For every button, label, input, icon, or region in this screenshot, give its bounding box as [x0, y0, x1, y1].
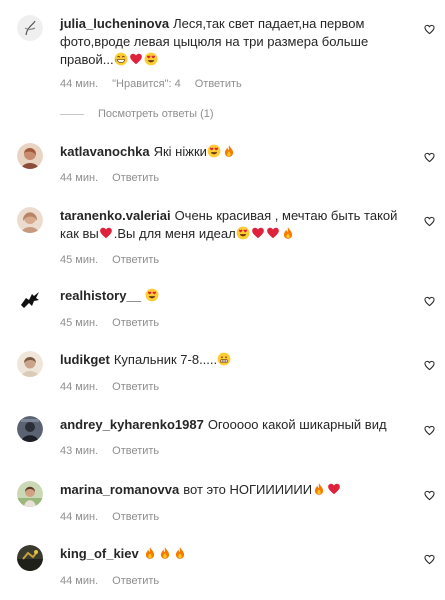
comment-text: ludikget Купальник 7-8..... [60, 351, 405, 369]
comment-meta: 45 мин. Ответить [60, 317, 173, 329]
comment-meta: 43 мин. Ответить [60, 445, 173, 457]
avatar[interactable] [17, 287, 43, 313]
username[interactable]: katlavanochka [60, 144, 150, 159]
timestamp: 45 мин. [60, 317, 99, 329]
fire-icon [281, 226, 295, 240]
like-heart-icon[interactable] [424, 294, 435, 307]
comment-text: marina_romanovva вот это НОГИИИИИИ [60, 481, 405, 499]
like-heart-icon[interactable] [424, 488, 435, 501]
emoji-row [217, 352, 232, 367]
comment-body-continued: .Вы для меня идеал [113, 226, 236, 241]
username[interactable]: king_of_kiev [60, 546, 139, 561]
fire-icon [143, 546, 157, 560]
heart-icon [266, 226, 280, 240]
comment-text: taranenko.valeriai Очень красивая , мечта… [60, 207, 405, 243]
timestamp: 44 мин. [60, 575, 99, 587]
reply-button[interactable]: Ответить [112, 172, 159, 184]
replies-divider [60, 113, 84, 115]
comment-meta: 44 мин. Ответить [60, 381, 173, 393]
heart-eyes-icon [207, 144, 221, 158]
fire-icon [158, 546, 172, 560]
emoji-row [207, 144, 237, 159]
like-heart-icon[interactable] [424, 150, 435, 163]
timestamp: 44 мин. [60, 172, 99, 184]
emoji-row [114, 52, 159, 67]
fire-icon [173, 546, 187, 560]
emoji-row [99, 226, 114, 241]
comment-text: andrey_kyharenko1987 Огооооо какой шикарн… [60, 416, 405, 434]
comment-meta: 44 мин. Ответить [60, 511, 173, 523]
avatar[interactable] [17, 15, 43, 41]
comment-text: realhistory__ [60, 287, 405, 305]
likes-count[interactable]: "Нравится": 4 [112, 78, 181, 90]
comment-body: вот это НОГИИИИИИ [183, 482, 313, 497]
heart-eyes-icon [145, 288, 159, 302]
heart-icon [129, 52, 143, 66]
like-heart-icon[interactable] [424, 423, 435, 436]
reply-button[interactable]: Ответить [112, 317, 159, 329]
emoji-row [145, 288, 160, 303]
emoji-row [236, 226, 296, 241]
timestamp: 44 мин. [60, 78, 99, 90]
avatar[interactable] [17, 143, 43, 169]
heart-icon [251, 226, 265, 240]
reply-button[interactable]: Ответить [112, 575, 159, 587]
comment-text: julia_lucheninova Леся,так свет падает,на… [60, 15, 405, 69]
grimace-icon [217, 352, 231, 366]
timestamp: 43 мин. [60, 445, 99, 457]
username[interactable]: marina_romanovva [60, 482, 179, 497]
view-replies-label[interactable]: Посмотреть ответы (1) [98, 108, 214, 120]
like-heart-icon[interactable] [424, 358, 435, 371]
reply-button[interactable]: Ответить [112, 254, 159, 266]
heart-icon [327, 482, 341, 496]
heart-icon [99, 226, 113, 240]
reply-button[interactable]: Ответить [112, 511, 159, 523]
fire-icon [312, 482, 326, 496]
username[interactable]: realhistory__ [60, 288, 141, 303]
like-heart-icon[interactable] [424, 214, 435, 227]
like-heart-icon[interactable] [424, 552, 435, 565]
timestamp: 45 мин. [60, 254, 99, 266]
comment-body: Огооооо какой шикарный вид [207, 417, 387, 432]
comment-meta: 44 мин. "Нравится": 4 Ответить [60, 78, 256, 90]
timestamp: 44 мин. [60, 511, 99, 523]
like-heart-icon[interactable] [424, 22, 435, 35]
heart-eyes-icon [236, 226, 250, 240]
avatar[interactable] [17, 545, 43, 571]
grin-icon [114, 52, 128, 66]
comment-meta: 44 мин. Ответить [60, 172, 173, 184]
avatar[interactable] [17, 481, 43, 507]
avatar[interactable] [17, 351, 43, 377]
view-replies-toggle[interactable]: Посмотреть ответы (1) [60, 108, 214, 120]
comment-meta: 45 мин. Ответить [60, 254, 173, 266]
username[interactable]: andrey_kyharenko1987 [60, 417, 204, 432]
emoji-row [312, 482, 342, 497]
username[interactable]: ludikget [60, 352, 110, 367]
avatar[interactable] [17, 416, 43, 442]
fire-icon [222, 144, 236, 158]
heart-eyes-icon [144, 52, 158, 66]
comment-meta: 44 мин. Ответить [60, 575, 173, 587]
comment-body: Які ніжки [153, 144, 207, 159]
emoji-row [143, 546, 188, 561]
reply-button[interactable]: Ответить [112, 445, 159, 457]
reply-button[interactable]: Ответить [112, 381, 159, 393]
reply-button[interactable]: Ответить [195, 78, 242, 90]
comment-text: katlavanochka Які ніжки [60, 143, 405, 161]
comment-body: Купальник 7-8..... [113, 352, 218, 367]
username[interactable]: julia_lucheninova [60, 16, 169, 31]
timestamp: 44 мин. [60, 381, 99, 393]
username[interactable]: taranenko.valeriai [60, 208, 171, 223]
avatar[interactable] [17, 207, 43, 233]
comment-text: king_of_kiev [60, 545, 405, 563]
